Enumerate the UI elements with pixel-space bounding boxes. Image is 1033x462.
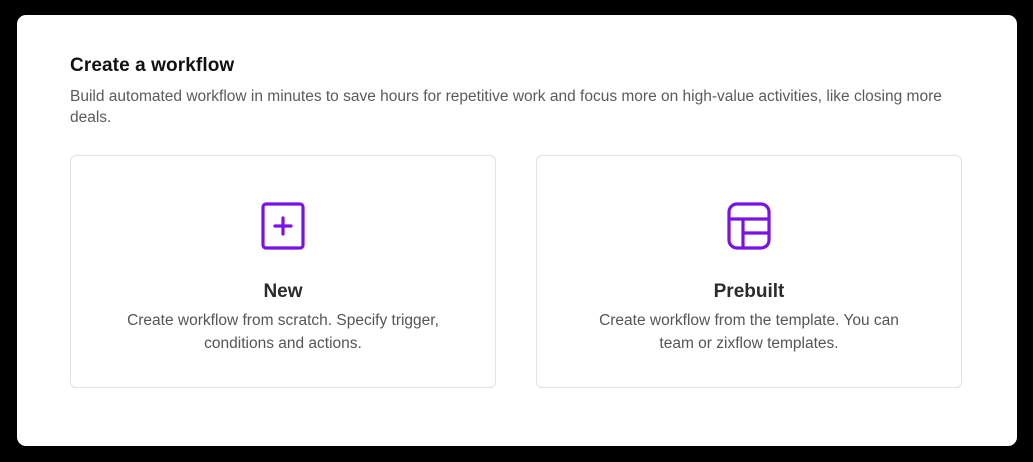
new-card-description: Create workflow from scratch. Specify tr…: [91, 309, 475, 355]
prebuilt-workflow-card[interactable]: Prebuilt Create workflow from the templa…: [536, 155, 962, 388]
prebuilt-card-description-line-1: Create workflow from the template. You c…: [599, 312, 899, 329]
new-card-description-line-1: Create workflow from scratch. Specify tr…: [127, 312, 439, 329]
page-title: Create a workflow: [70, 55, 235, 76]
new-workflow-card[interactable]: New Create workflow from scratch. Specif…: [70, 155, 496, 388]
prebuilt-card-title: Prebuilt: [713, 281, 785, 302]
page-subtitle: Build automated workflow in minutes to s…: [70, 88, 942, 126]
plus-square-icon: [261, 202, 305, 250]
create-workflow-panel: Create a workflow Build automated workfl…: [17, 15, 1017, 446]
layout-template-icon: [727, 202, 771, 250]
new-card-title: New: [263, 281, 303, 302]
new-card-description-line-2: conditions and actions.: [204, 335, 362, 352]
prebuilt-card-description: Create workflow from the template. You c…: [557, 309, 941, 355]
prebuilt-card-description-line-2: team or zixflow templates.: [659, 335, 839, 352]
